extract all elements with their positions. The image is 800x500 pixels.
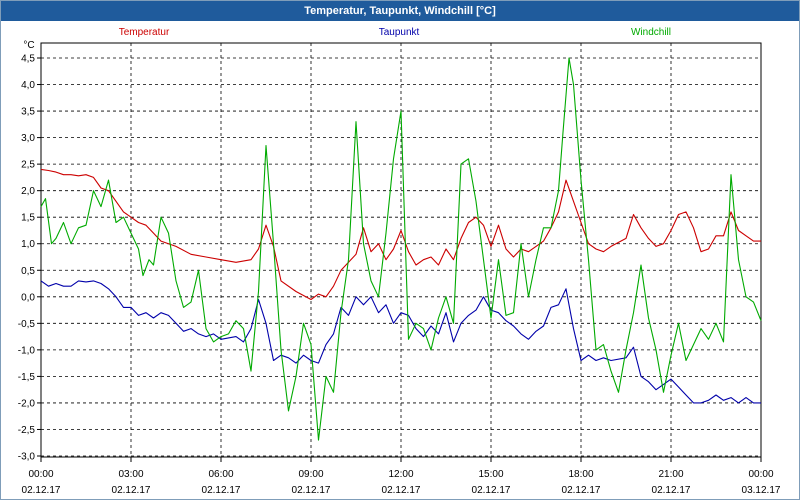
legend-item-temperatur: Temperatur bbox=[119, 27, 170, 38]
y-axis-label: °C bbox=[23, 40, 34, 51]
axes: 4,5 4,0 3,5 3,0 2,5 2,0 1,5 1,0 0,5 0,0 -0,5 -1,0 -1… bbox=[18, 40, 781, 496]
x-tick-date: 02.12.17 bbox=[292, 485, 331, 496]
y-tick-label: 4,0 bbox=[21, 80, 35, 91]
x-tick-date: 03.12.17 bbox=[742, 485, 781, 496]
x-tick-date: 02.12.17 bbox=[22, 485, 61, 496]
y-tick-label: 2,5 bbox=[21, 160, 35, 171]
x-tick-date: 02.12.17 bbox=[382, 485, 421, 496]
x-tick-date: 02.12.17 bbox=[112, 485, 151, 496]
legend-item-taupunkt: Taupunkt bbox=[379, 27, 420, 38]
y-tick-label: 0,0 bbox=[21, 292, 35, 303]
window-title: Temperatur, Taupunkt, Windchill [°C] bbox=[1, 1, 799, 21]
y-tick-label: -1,0 bbox=[18, 345, 36, 356]
line-chart: 4,5 4,0 3,5 3,0 2,5 2,0 1,5 1,0 0,5 0,0 -0,5 -1,0 -1… bbox=[18, 27, 781, 496]
series-line-taupunkt bbox=[40, 280, 761, 404]
x-tick-date: 02.12.17 bbox=[652, 485, 691, 496]
x-tick-time: 06:00 bbox=[208, 469, 233, 480]
y-tick-label: 3,0 bbox=[21, 133, 35, 144]
y-tick-label: -2,0 bbox=[18, 398, 36, 409]
y-tick-label: -3,0 bbox=[18, 452, 36, 463]
x-tick-date: 02.12.17 bbox=[202, 485, 241, 496]
legend-item-windchill: Windchill bbox=[631, 27, 671, 38]
x-tick-date: 02.12.17 bbox=[562, 485, 601, 496]
y-tick-label: 4,5 bbox=[21, 54, 35, 65]
x-tick-time: 09:00 bbox=[298, 469, 323, 480]
x-tick-time: 00:00 bbox=[748, 469, 773, 480]
x-tick-time: 21:00 bbox=[658, 469, 683, 480]
y-tick-label: -0,5 bbox=[18, 319, 36, 330]
x-tick-time: 12:00 bbox=[388, 469, 413, 480]
y-tick-label: 1,0 bbox=[21, 239, 35, 250]
y-tick-label: -2,5 bbox=[18, 425, 36, 436]
x-tick-time: 18:00 bbox=[568, 469, 593, 480]
x-tick-time: 00:00 bbox=[28, 469, 53, 480]
chart-window: Temperatur, Taupunkt, Windchill [°C] 4,5… bbox=[0, 0, 800, 500]
grid bbox=[41, 43, 761, 457]
x-tick-time: 03:00 bbox=[118, 469, 143, 480]
y-tick-label: -1,5 bbox=[18, 372, 36, 383]
x-tick-date: 02.12.17 bbox=[472, 485, 511, 496]
y-tick-label: 1,5 bbox=[21, 213, 35, 224]
legend: Temperatur Taupunkt Windchill bbox=[119, 27, 671, 38]
y-tick-label: 2,0 bbox=[21, 186, 35, 197]
y-tick-label: 0,5 bbox=[21, 266, 35, 277]
x-tick-time: 15:00 bbox=[478, 469, 503, 480]
y-tick-label: 3,5 bbox=[21, 107, 35, 118]
